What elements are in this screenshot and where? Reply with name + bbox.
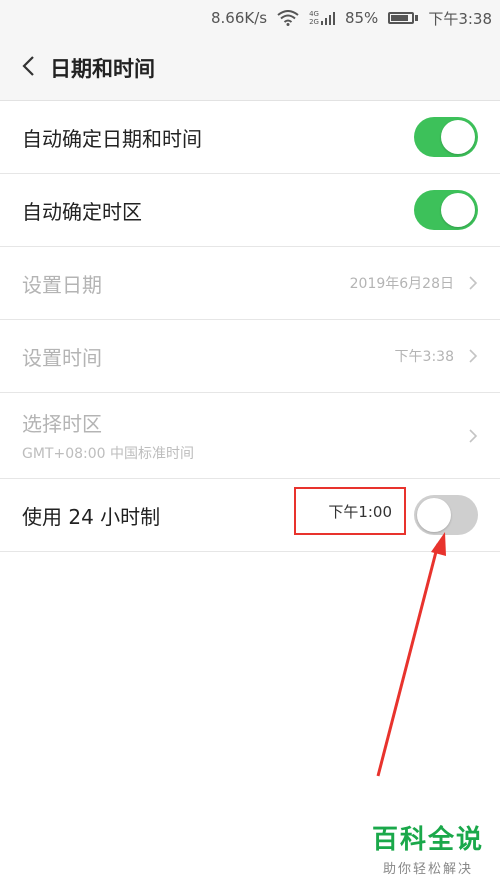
annotation-arrow-icon <box>376 532 446 777</box>
watermark-subtitle: 助你轻松解决 <box>382 862 473 877</box>
watermark-title: 百科全说 <box>371 825 484 855</box>
watermark: 百科全说 助你轻松解决 <box>372 819 484 877</box>
